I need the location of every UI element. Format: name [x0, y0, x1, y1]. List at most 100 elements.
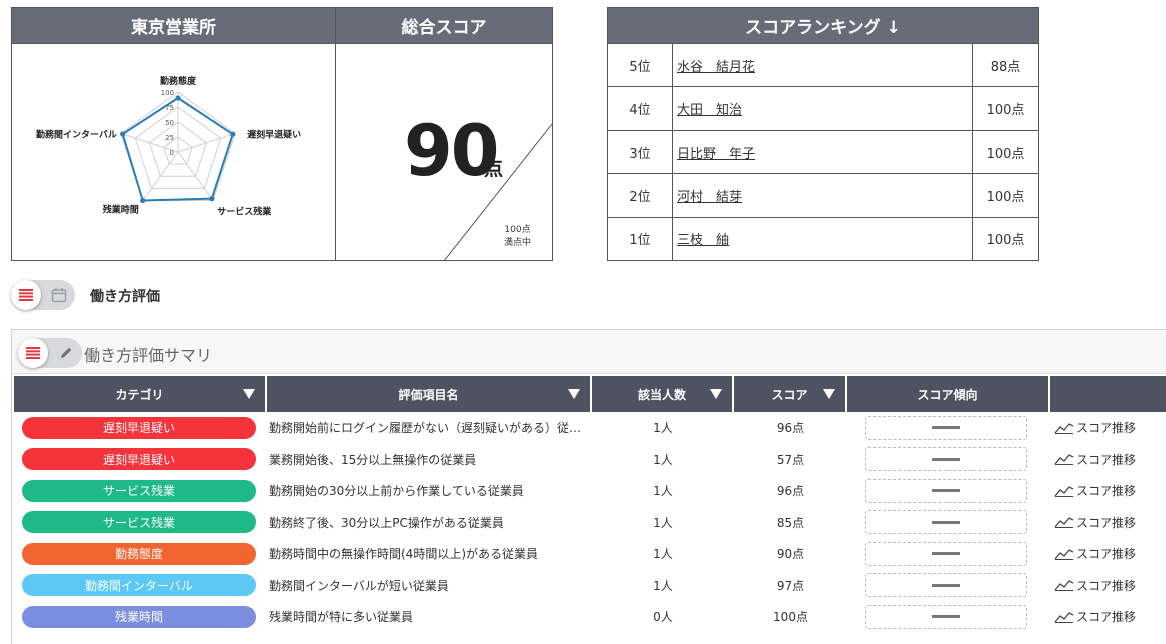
radar-axis-label: 残業時間: [103, 204, 139, 216]
score-history-label: スコア推移: [1076, 452, 1137, 467]
sort-down-icon[interactable]: [243, 389, 255, 399]
summary-list-knob[interactable]: [18, 338, 48, 368]
score-cell: 100点: [773, 610, 808, 625]
score-history-link[interactable]: スコア推移: [1054, 545, 1136, 562]
score-box: 90 点 100点 満点中: [336, 44, 552, 260]
action-cell: スコア推移: [1050, 412, 1166, 444]
score-history-link[interactable]: スコア推移: [1054, 514, 1136, 531]
category-cell: サービス残業: [14, 475, 267, 507]
line-chart-icon: [1054, 422, 1074, 434]
table-body: 遅刻早退疑い 勤務開始前にログイン履歴がない（遅刻疑いがある）従… 1人 96点 スコア…: [14, 412, 1166, 633]
radar-chart: 100 75 50 25 0 勤務態度 遅刻早退疑い サービス残業 残業時間 勤務間インターバル: [12, 44, 335, 260]
score-history-link[interactable]: スコア推移: [1054, 608, 1136, 625]
trend-indicator: [865, 573, 1027, 598]
count-cell: 1人: [653, 452, 673, 467]
pencil-icon[interactable]: [58, 345, 74, 361]
category-cell: 勤務間インターバル: [14, 570, 267, 602]
category-badge: 遅刻早退疑い: [22, 448, 256, 471]
sort-down-icon[interactable]: [568, 389, 580, 399]
count-cell: 1人: [653, 578, 673, 593]
table-row: サービス残業 勤務終了後、30分以上PC操作がある従業員 1人 85点 スコア推移: [14, 507, 1166, 539]
score-history-link[interactable]: スコア推移: [1054, 577, 1136, 594]
trend-indicator: [865, 541, 1027, 566]
list-icon: [19, 289, 33, 301]
radar-tick-label: 25: [165, 134, 174, 142]
list-view-knob[interactable]: [11, 280, 41, 310]
flat-trend-icon: [932, 583, 960, 587]
header-category[interactable]: カテゴリ: [14, 376, 267, 412]
trend-cell: [847, 601, 1050, 633]
score-history-link[interactable]: スコア推移: [1054, 482, 1136, 499]
trend-indicator: [865, 447, 1027, 472]
flat-trend-icon: [932, 552, 960, 556]
header-item-name[interactable]: 評価項目名: [267, 376, 592, 412]
radar-svg: 100 75 50 25 0 勤務態度遅刻早退疑いサービス残業 残業時間 勤務間インターバル: [36, 75, 301, 218]
ranking-row: 2位 河村 結芽 100点: [608, 174, 1038, 218]
score-history-link[interactable]: スコア推移: [1054, 419, 1136, 436]
radar-tick-label: 100: [161, 89, 174, 97]
rank-position: 1位: [608, 217, 673, 261]
calendar-icon[interactable]: [51, 287, 67, 303]
line-chart-icon: [1054, 580, 1074, 592]
ranking-row: 5位 水谷 結月花 88点: [608, 44, 1038, 88]
sort-down-icon[interactable]: [823, 389, 835, 399]
office-title: 東京営業所: [12, 8, 335, 44]
trend-cell: [847, 538, 1050, 570]
action-cell: スコア推移: [1050, 601, 1166, 633]
line-chart-icon: [1054, 548, 1074, 560]
rank-employee-link[interactable]: 大田 知治: [673, 87, 973, 130]
count-cell: 1人: [653, 484, 673, 499]
score-cell: 96点: [776, 421, 805, 436]
category-badge: 勤務態度: [22, 542, 256, 565]
line-chart-icon: [1054, 517, 1074, 529]
trend-cell: [847, 475, 1050, 507]
rank-employee-link[interactable]: 水谷 結月花: [673, 44, 973, 87]
header-label: スコア傾向: [917, 387, 978, 402]
radar-tick-label: 75: [165, 104, 174, 112]
item-name-cell: 残業時間が特に多い従業員: [269, 610, 414, 625]
score-history-link[interactable]: スコア推移: [1054, 451, 1136, 468]
header-label: カテゴリ: [115, 387, 164, 402]
item-name-cell: 勤務終了後、30分以上PC操作がある従業員: [269, 515, 504, 530]
action-cell: スコア推移: [1050, 475, 1166, 507]
header-score[interactable]: スコア: [734, 376, 847, 412]
flat-trend-icon: [932, 426, 960, 430]
rank-position: 3位: [608, 130, 673, 174]
category-cell: 残業時間: [14, 601, 267, 633]
rank-employee-link[interactable]: 河村 結芽: [673, 174, 973, 217]
table-row: 勤務態度 勤務時間中の無操作時間(4時間以上)がある従業員 1人 90点 スコア推移: [14, 538, 1166, 570]
item-name-cell: 勤務開始前にログイン履歴がない（遅刻疑いがある）従…: [269, 421, 582, 436]
trend-cell: [847, 412, 1050, 444]
trend-cell: [847, 444, 1050, 476]
action-cell: スコア推移: [1050, 507, 1166, 539]
rank-position: 2位: [608, 174, 673, 217]
radar-point: [175, 95, 181, 101]
line-chart-icon: [1054, 485, 1074, 497]
category-cell: 遅刻早退疑い: [14, 444, 267, 476]
rank-employee-link[interactable]: 三枝 紬: [673, 217, 973, 261]
action-cell: スコア推移: [1050, 444, 1166, 476]
header-count[interactable]: 該当人数: [592, 376, 734, 412]
office-score-panel: 東京営業所 100 75 50 25 0 勤務態度 遅刻早退疑い サービス残業 残業時間 勤務間イ…: [11, 7, 553, 261]
score-title: 総合スコア: [336, 8, 552, 44]
item-name-cell: 勤務開始の30分以上前から作業している従業員: [269, 484, 524, 499]
score-history-label: スコア推移: [1076, 515, 1137, 530]
radar-axis-label: 勤務間インターバル: [36, 128, 117, 140]
sort-down-icon[interactable]: [710, 389, 722, 399]
view-toggle[interactable]: [11, 280, 75, 310]
max-score-line2: 満点中: [504, 238, 532, 248]
trend-indicator: [865, 604, 1027, 629]
evaluation-table: カテゴリ 評価項目名 該当人数 スコア スコア傾向 遅刻早退疑い 勤務開始前にログ…: [14, 376, 1166, 633]
score-cell: 90点: [776, 547, 805, 562]
radar-tick-label: 50: [165, 119, 174, 127]
table-header: カテゴリ 評価項目名 該当人数 スコア スコア傾向: [14, 376, 1166, 412]
rank-employee-link[interactable]: 日比野 年子: [673, 130, 973, 174]
section-title: 働き方評価: [90, 289, 160, 305]
header-label: スコア: [771, 387, 808, 402]
header-score-trend: スコア傾向: [847, 376, 1050, 412]
rank-points: 100点: [986, 189, 1025, 205]
category-cell: 勤務態度: [14, 538, 267, 570]
ranking-title[interactable]: スコアランキング ↓: [608, 8, 1038, 44]
summary-toggle[interactable]: [18, 338, 82, 368]
table-row: 遅刻早退疑い 勤務開始前にログイン履歴がない（遅刻疑いがある）従… 1人 96点 スコア…: [14, 412, 1166, 444]
